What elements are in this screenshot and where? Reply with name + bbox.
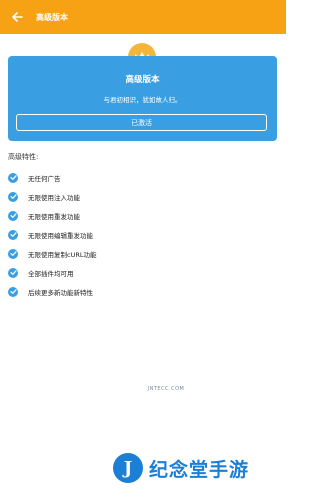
watermark-brand: 纪念堂手游	[149, 458, 250, 481]
watermark-url: JNTECC.COM	[147, 386, 185, 392]
feature-item: 后续更多新功能新特性	[8, 282, 96, 301]
feature-item: 全部插件均可用	[8, 263, 96, 282]
feature-text: 无任何广告	[28, 174, 61, 183]
feature-text: 无限使用重发功能	[28, 212, 80, 221]
app-bar: 高级版本	[0, 0, 286, 34]
page-title: 高级版本	[36, 12, 68, 22]
check-circle-icon	[8, 172, 18, 183]
watermark-logo-icon: J	[113, 453, 143, 483]
watermark: J 纪念堂手游	[113, 448, 283, 488]
feature-text: 后续更多新功能新特性	[28, 288, 93, 297]
feature-text: 无限使用注入功能	[28, 193, 80, 202]
feature-item: 无限使用编辑重发功能	[8, 225, 96, 244]
feature-item: 无任何广告	[8, 168, 96, 187]
premium-title: 高级版本	[125, 75, 160, 85]
check-circle-icon	[8, 267, 18, 278]
check-circle-icon	[8, 210, 18, 221]
feature-list: 无任何广告 无限使用注入功能 无限使用重发功能 无限使用编辑重发功能 无限使用复…	[8, 168, 96, 301]
check-circle-icon	[8, 286, 18, 297]
feature-text: 无限使用编辑重发功能	[28, 231, 93, 240]
feature-item: 无限使用复制cURL功能	[8, 244, 96, 263]
features-heading: 高级特性:	[8, 153, 39, 161]
check-circle-icon	[8, 248, 18, 259]
feature-text: 无限使用复制cURL功能	[28, 250, 97, 259]
back-arrow-icon[interactable]	[0, 0, 34, 34]
feature-text: 全部插件均可用	[28, 269, 74, 278]
activated-button[interactable]: 已激活	[16, 114, 267, 131]
premium-card: 高级版本 与君初相识，犹如故人归。 已激活	[8, 56, 277, 141]
check-circle-icon	[8, 191, 18, 202]
feature-item: 无限使用注入功能	[8, 187, 96, 206]
check-circle-icon	[8, 229, 18, 240]
premium-subtitle: 与君初相识，犹如故人归。	[103, 96, 182, 104]
feature-item: 无限使用重发功能	[8, 206, 96, 225]
